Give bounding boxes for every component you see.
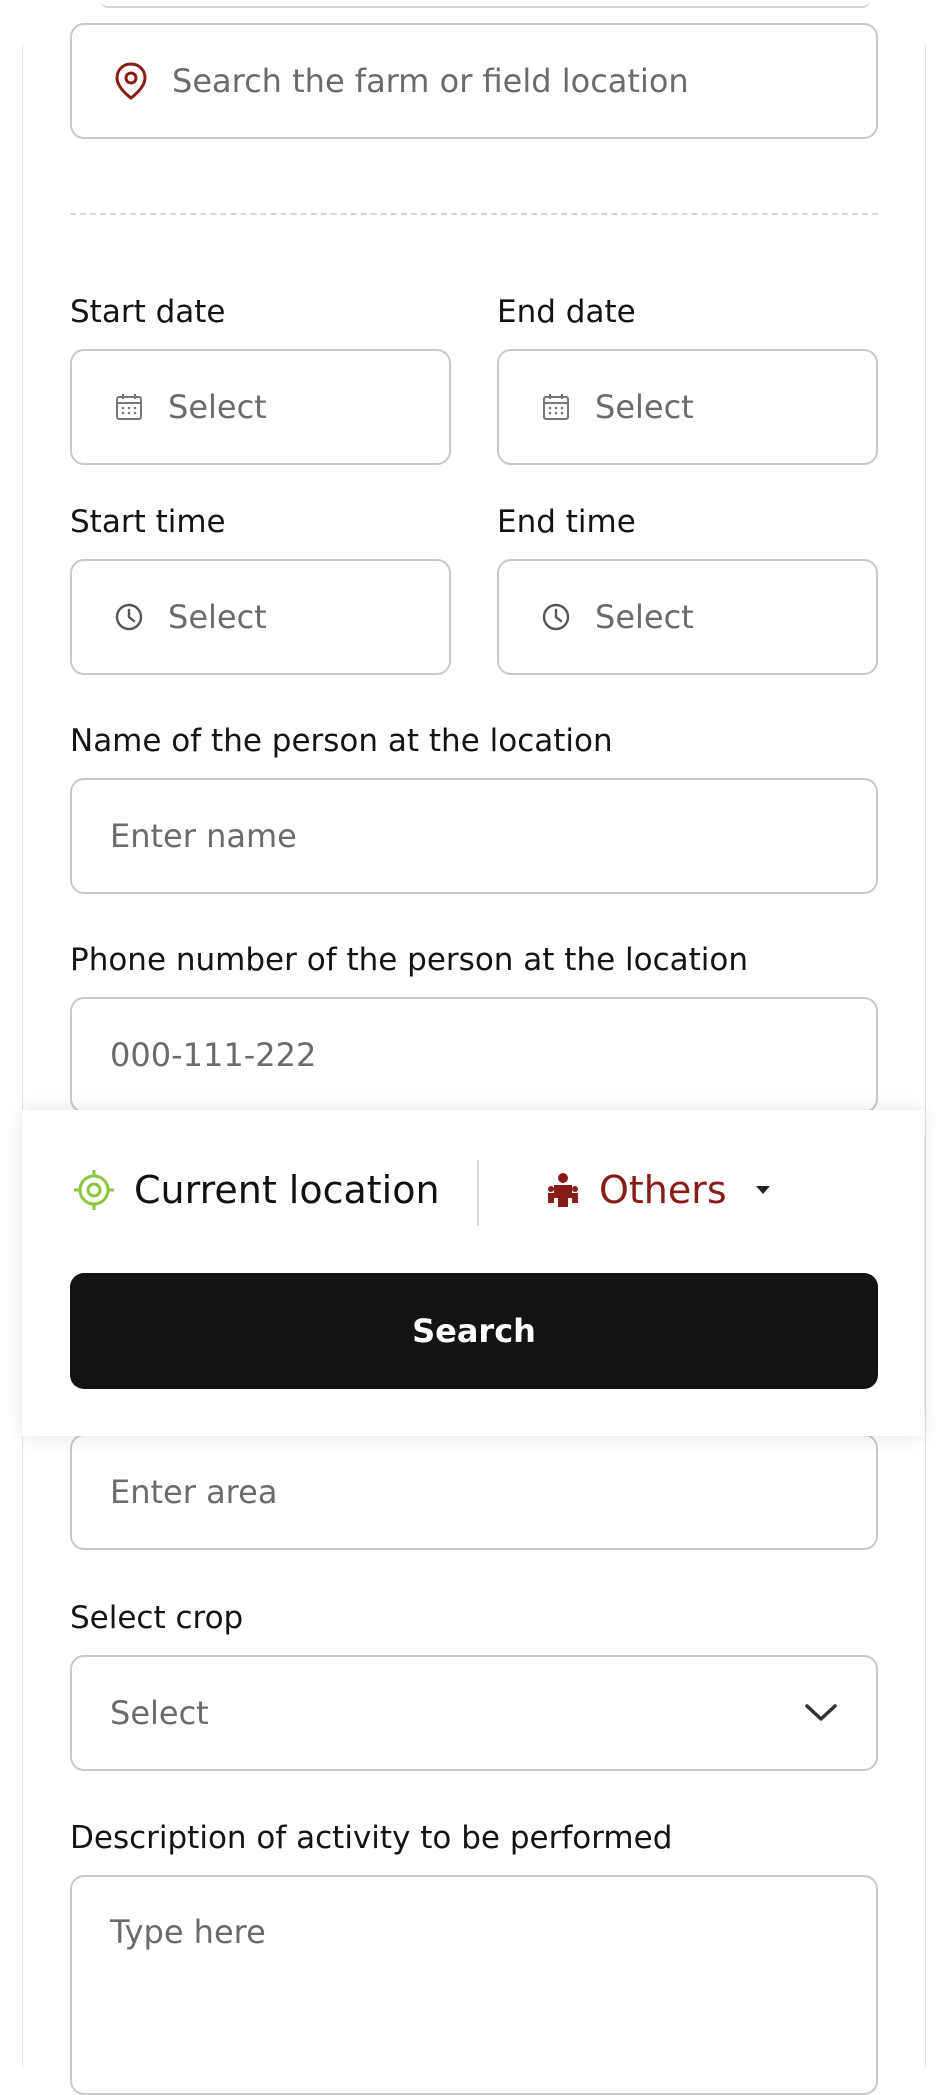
person-phone-label: Phone number of the person at the locati… [70,942,749,978]
people-icon [547,1172,579,1208]
map-pin-icon [114,61,148,101]
options-divider [477,1160,479,1226]
end-time-label: End time [497,504,636,540]
calendar-icon [114,392,144,422]
location-options-row: Current location Others [22,1110,924,1270]
end-time-placeholder: Select [595,598,694,636]
sheet-top-edge [100,0,870,8]
person-name-input[interactable]: Enter name [70,778,878,894]
current-location-button[interactable]: Current location [72,1110,440,1270]
location-action-panel: Current location Others Search [22,1110,924,1436]
start-date-picker[interactable]: Select [70,349,451,465]
crop-selected-value: Select [110,1694,209,1732]
start-time-picker[interactable]: Select [70,559,451,675]
chevron-down-icon [804,1702,838,1724]
person-name-label: Name of the person at the location [70,723,613,759]
description-label: Description of activity to be performed [70,1820,673,1856]
crop-select[interactable]: Select [70,1655,878,1771]
start-date-label: Start date [70,294,226,330]
end-date-label: End date [497,294,636,330]
person-phone-input[interactable]: 000-111-222 [70,997,878,1113]
location-search-placeholder: Search the farm or field location [172,62,689,100]
caret-down-icon [755,1185,771,1195]
area-input[interactable]: Enter area [70,1434,878,1550]
location-search-field[interactable]: Search the farm or field location [70,23,878,139]
others-label: Others [599,1168,727,1212]
person-phone-placeholder: 000-111-222 [110,1036,317,1074]
end-date-picker[interactable]: Select [497,349,878,465]
description-placeholder: Type here [110,1913,266,1951]
clock-icon [114,602,144,632]
section-divider [70,213,878,215]
start-time-placeholder: Select [168,598,267,636]
person-name-placeholder: Enter name [110,817,297,855]
search-button[interactable]: Search [70,1273,878,1389]
area-placeholder: Enter area [110,1473,278,1511]
crop-label: Select crop [70,1600,244,1636]
start-date-placeholder: Select [168,388,267,426]
current-location-label: Current location [134,1168,440,1212]
description-textarea[interactable]: Type here [70,1875,878,2095]
others-dropdown[interactable]: Others [547,1110,771,1270]
clock-icon [541,602,571,632]
end-date-placeholder: Select [595,388,694,426]
calendar-icon [541,392,571,422]
start-time-label: Start time [70,504,226,540]
crosshair-icon [72,1168,116,1212]
end-time-picker[interactable]: Select [497,559,878,675]
